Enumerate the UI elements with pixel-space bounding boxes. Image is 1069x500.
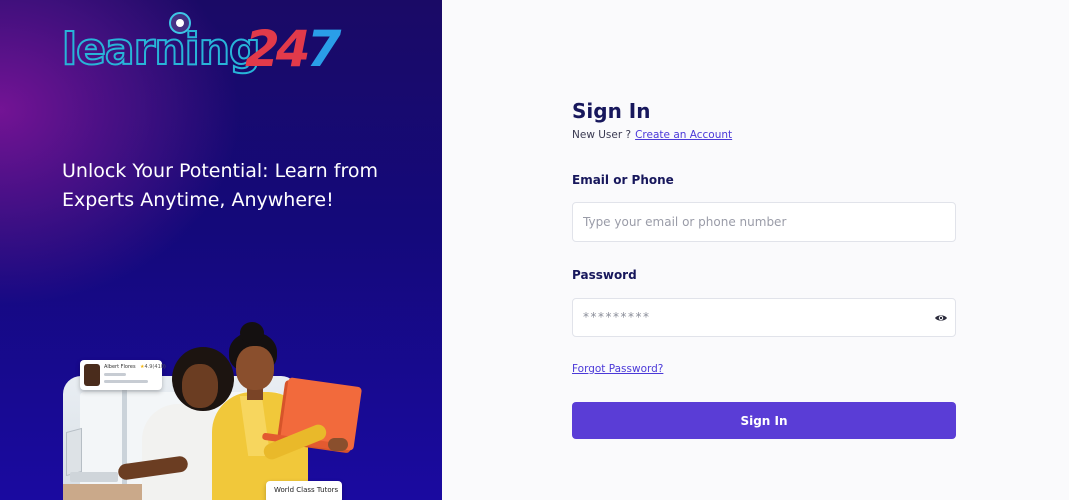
tutor-hair-bun — [240, 322, 264, 344]
logo-digit-7: 7 — [306, 20, 342, 78]
laptop-base — [70, 472, 118, 482]
password-field[interactable]: ********* — [572, 298, 956, 337]
sign-in-form: Sign In New User ? Create an Account Emai… — [572, 0, 956, 500]
avatar — [84, 364, 100, 386]
tutor-name: Albert Flores — [104, 364, 136, 370]
laptop-screen — [66, 427, 82, 477]
hero-tagline: Unlock Your Potential: Learn from Expert… — [62, 160, 378, 211]
create-account-link[interactable]: Create an Account — [635, 129, 732, 141]
hero-illustration: Albert Flores ★4.9(410) World Class Tuto… — [0, 300, 442, 500]
sign-in-button[interactable]: Sign In — [572, 402, 956, 439]
logo-word: learning — [61, 23, 262, 76]
tutor-rating-value: 4.9(410) — [144, 364, 166, 370]
page-title: Sign In — [572, 99, 651, 123]
brand-logo: learning 247 — [61, 12, 341, 80]
logo-digit-4: 4 — [275, 20, 311, 78]
forgot-password-link[interactable]: Forgot Password? — [572, 363, 663, 375]
new-user-line: New User ? Create an Account — [572, 129, 732, 141]
tutor-profile-card: Albert Flores ★4.9(410) — [80, 360, 166, 390]
eye-icon[interactable] — [934, 310, 948, 326]
tutor-rating: ★4.9(410) — [140, 364, 166, 370]
tutor-location-line — [104, 380, 148, 383]
tutor-subject-line — [104, 373, 126, 376]
world-class-tutors-badge: World Class Tutors — [266, 481, 342, 500]
password-mask: ********* — [583, 310, 651, 324]
tutor-face — [236, 346, 274, 390]
logo-digit-2: 2 — [245, 20, 280, 78]
student-face — [182, 364, 218, 408]
hero-panel: learning 247 Unlock Your Potential: Lear… — [0, 0, 442, 500]
email-field[interactable] — [572, 202, 956, 242]
email-label: Email or Phone — [572, 173, 674, 187]
tutor-hand — [328, 438, 348, 451]
logo-number: 247 — [245, 20, 342, 78]
new-user-prefix: New User ? — [572, 129, 632, 141]
password-label: Password — [572, 268, 637, 282]
